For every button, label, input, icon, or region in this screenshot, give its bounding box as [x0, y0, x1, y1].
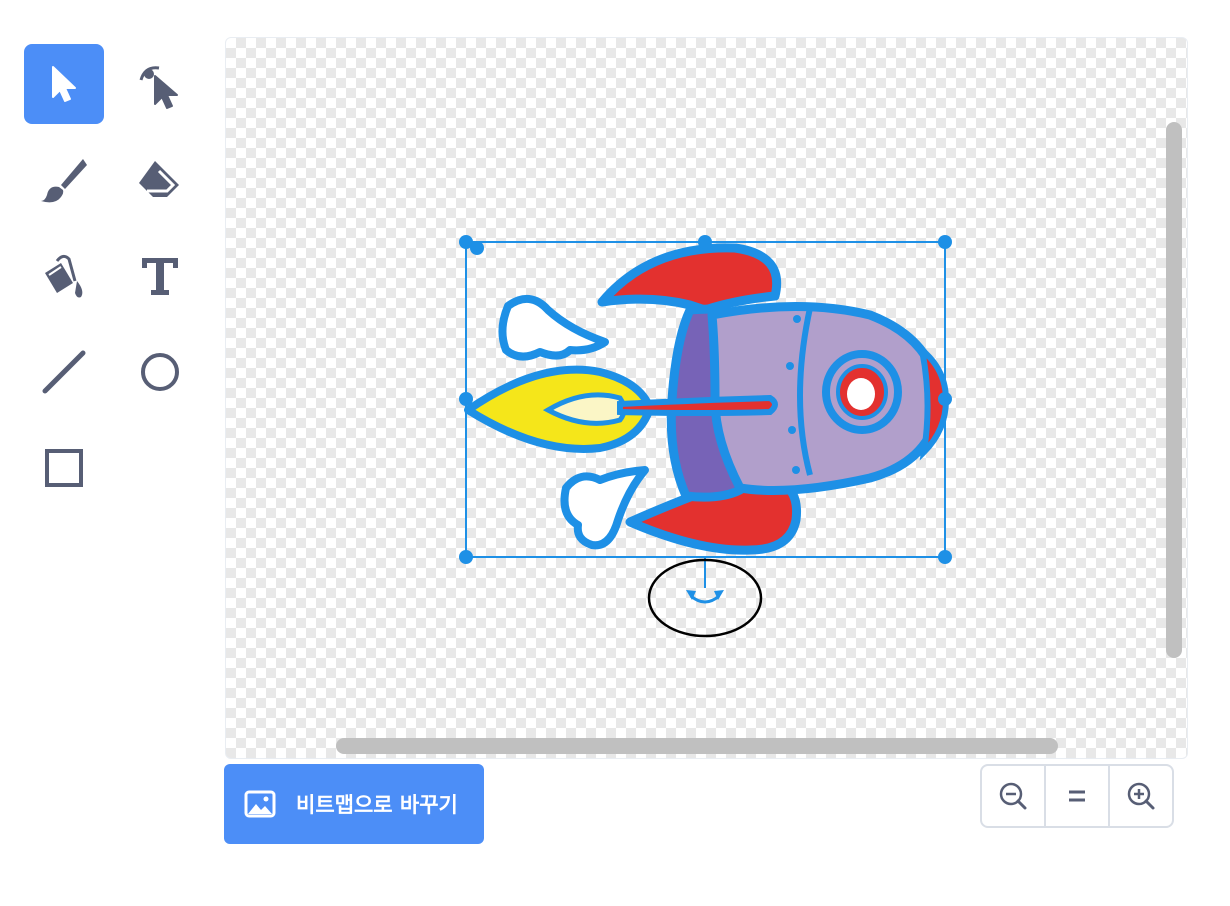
reshape-tool[interactable]: [120, 44, 200, 124]
select-arrow-icon: [52, 66, 76, 102]
line-icon: [42, 350, 86, 394]
reshape-icon: [139, 66, 178, 109]
text-icon: [142, 258, 178, 295]
zoom-out-button[interactable]: [982, 766, 1046, 826]
resize-handle-top[interactable]: [698, 235, 712, 249]
zoom-in-button[interactable]: [1110, 766, 1172, 826]
brush-icon: [41, 159, 87, 203]
line-tool[interactable]: [24, 332, 104, 412]
horizontal-scrollbar[interactable]: [336, 738, 1058, 754]
text-tool[interactable]: [120, 236, 200, 316]
eraser-icon: [139, 161, 179, 197]
zoom-reset-button[interactable]: [1046, 766, 1110, 826]
rectangle-tool[interactable]: [24, 428, 104, 508]
convert-to-bitmap-button[interactable]: 비트맵으로 바꾸기: [224, 764, 484, 844]
zoom-out-icon: [999, 782, 1027, 810]
resize-handle-top-left-inner[interactable]: [470, 241, 484, 255]
resize-handle-bottom-right[interactable]: [938, 550, 952, 564]
image-icon: [244, 788, 276, 820]
fill-tool[interactable]: [24, 236, 104, 316]
vertical-scrollbar[interactable]: [1166, 122, 1182, 658]
zoom-reset-icon: [1069, 790, 1085, 802]
circle-tool[interactable]: [120, 332, 200, 412]
eraser-tool[interactable]: [120, 140, 200, 220]
zoom-in-icon: [1127, 782, 1155, 810]
rectangle-icon: [45, 449, 83, 487]
resize-handle-top-right[interactable]: [938, 235, 952, 249]
resize-handle-right[interactable]: [938, 392, 952, 406]
brush-tool[interactable]: [24, 140, 104, 220]
resize-handle-bottom-left[interactable]: [459, 550, 473, 564]
paint-bucket-icon: [45, 254, 83, 298]
zoom-controls: [980, 764, 1174, 828]
resize-handle-left[interactable]: [459, 392, 473, 406]
circle-icon: [141, 353, 179, 391]
select-tool[interactable]: [24, 44, 104, 124]
convert-to-bitmap-label: 비트맵으로 바꾸기: [296, 793, 458, 817]
